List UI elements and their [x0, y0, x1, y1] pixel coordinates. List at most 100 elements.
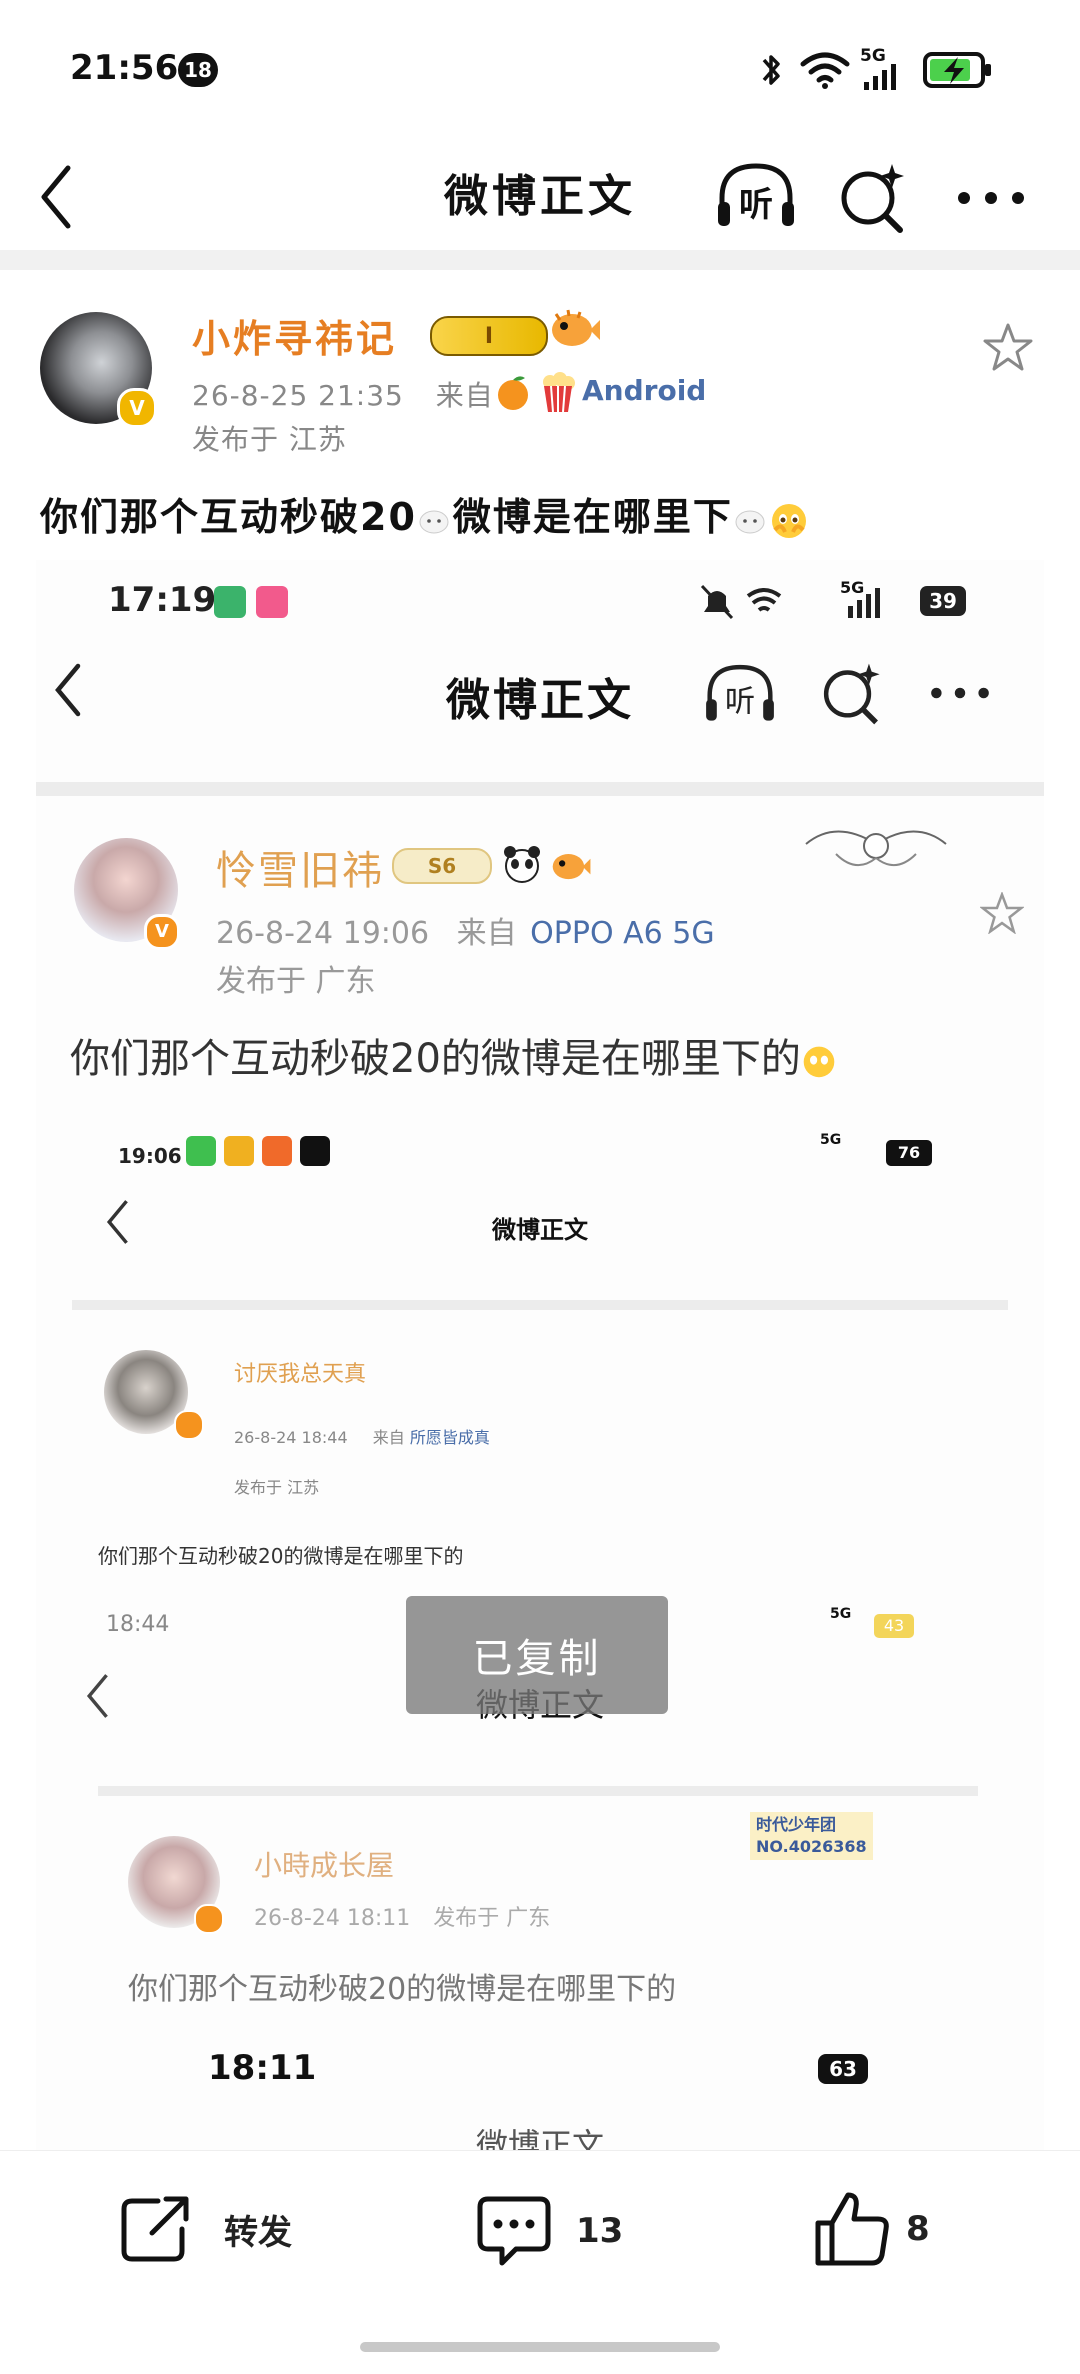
s1-source-prefix: 来自 [456, 916, 517, 951]
s2-source: 所愿皆成真 [409, 1428, 490, 1447]
s1-post-text-main: 你们那个互动秒破20的微博是在哪里下的 [70, 1036, 801, 1082]
s2-source-prefix: 来自 [372, 1428, 405, 1447]
s1-post-text: 你们那个互动秒破20的微博是在哪里下的 [70, 1026, 841, 1084]
s1-more-icon [931, 687, 989, 699]
favorite-star-icon[interactable] [982, 322, 1034, 372]
s1-search-icon [823, 663, 880, 725]
bottom-action-bar: 转发 13 8 [0, 2150, 1080, 2374]
s2-verified-badge [174, 1410, 204, 1440]
s3-meta: 26-8-24 18:11 发布于 广东 [254, 1900, 550, 1932]
s1-source: OPPO A6 5G [530, 916, 715, 951]
post-text: 你们那个互动秒破20 微博是在哪里下 [40, 486, 811, 541]
s3-post-text: 你们那个互动秒破20的微博是在哪里下的 [128, 1972, 677, 2007]
s3-username: 小時成长屋 [254, 1849, 395, 1882]
s2-location: 发布于 江苏 [234, 1478, 320, 1497]
s1-verified-badge: V [144, 914, 180, 950]
s3-network: 5G [830, 1606, 852, 1622]
network-type: 5G [860, 46, 886, 66]
s3-badge-no: NO.4026368 [756, 1837, 867, 1856]
s3-badge-title: 时代少年团 [756, 1815, 837, 1834]
s1-app-icon-2 [256, 586, 288, 618]
s3-battery: 43 [874, 1614, 914, 1638]
status-time: 21:56 [70, 48, 179, 88]
battery-charging-icon [923, 52, 991, 88]
page-title: 微博正文 [444, 171, 636, 222]
s1-nav-title: 微博正文 [446, 675, 634, 726]
embedded-screenshot[interactable]: 17:19 5G 39 微博正文 听 V 怜雪旧祎 S6 26-8-24 19:… [36, 560, 1044, 2160]
s1-star-icon [980, 892, 1024, 934]
popcorn-icon [543, 372, 575, 413]
wifi-icon [800, 52, 850, 89]
s1-location: 发布于 广东 [216, 964, 376, 999]
like-count: 8 [906, 2209, 930, 2249]
repost-label: 转发 [224, 2212, 292, 2253]
thumbs-up-icon [815, 2192, 889, 2266]
s2-battery: 76 [886, 1140, 932, 1166]
s1-listen-icon: 听 [706, 664, 774, 721]
status-bar: 21:56 18 5G [0, 0, 1080, 130]
s4-time: 18:11 [208, 2048, 317, 2088]
source-prefix: 来自 [435, 379, 494, 412]
copied-toast: 已复制 [406, 1596, 668, 1714]
bluetooth-icon [762, 55, 780, 85]
post-meta: 26-8-25 21:35 来自 [192, 374, 494, 414]
verified-badge: V [117, 388, 157, 428]
s3-time: 18:44 [106, 1612, 170, 1637]
repost-button[interactable]: 转发 [118, 2193, 292, 2265]
like-button[interactable]: 8 [812, 2189, 930, 2269]
s2-app-icon-4 [300, 1136, 330, 1166]
cat-emoji-icon [417, 505, 453, 535]
s2-meta: 26-8-24 18:44 来自 所愿皆成真 [234, 1424, 490, 1448]
s1-divider [36, 782, 1044, 796]
post-username[interactable]: 小炸寻祎记 [192, 308, 397, 363]
pleading-face-icon [769, 500, 811, 540]
s1-battery: 39 [920, 586, 966, 616]
s3-fan-badge: 时代少年团 NO.4026368 [750, 1812, 873, 1860]
home-indicator[interactable] [360, 2342, 720, 2352]
header-divider [0, 250, 1080, 270]
post-timestamp: 26-8-25 21:35 [192, 379, 404, 412]
level-badge: I [430, 316, 548, 356]
s2-username: 讨厌我总天真 [234, 1362, 367, 1387]
s1-username: 怜雪旧祎 [216, 848, 384, 894]
cat-emoji-icon-2 [733, 505, 769, 535]
s1-app-icon-1 [214, 586, 246, 618]
s2-app-icon-3 [262, 1136, 292, 1166]
notification-badge: 18 [178, 53, 218, 87]
s1-network: 5G [840, 578, 865, 597]
s1-pleading-face-icon [801, 1043, 841, 1079]
s3-location: 发布于 广东 [433, 1906, 551, 1931]
comment-icon [477, 2196, 551, 2266]
s1-panda-icon [504, 846, 540, 883]
post-source-link[interactable]: Android [582, 374, 706, 407]
s1-status-icons [700, 584, 880, 620]
comment-button[interactable]: 13 [474, 2193, 623, 2269]
s1-timestamp: 26-8-24 19:06 [216, 916, 430, 951]
s2-app-icon-1 [186, 1136, 216, 1166]
s1-meta: 26-8-24 19:06 来自 OPPO A6 5G [216, 908, 715, 952]
pufferfish-icon [552, 309, 600, 346]
post-text-part2: 微博是在哪里下 [452, 495, 733, 539]
svg-text:听: 听 [725, 685, 755, 720]
comment-count: 13 [576, 2211, 624, 2251]
s2-timestamp: 26-8-24 18:44 [234, 1428, 348, 1447]
post-location: 发布于 江苏 [192, 423, 347, 456]
s2-divider [72, 1300, 1008, 1310]
s4-battery: 63 [818, 2054, 868, 2084]
s2-post-text: 你们那个互动秒破20的微博是在哪里下的 [98, 1544, 464, 1568]
s3-timestamp: 26-8-24 18:11 [254, 1906, 411, 1931]
s2-app-icon-2 [224, 1136, 254, 1166]
s1-level-badge: S6 [392, 848, 492, 884]
s2-network: 5G [820, 1132, 842, 1148]
s1-pufferfish-icon [552, 854, 591, 880]
s1-time: 17:19 [108, 580, 217, 620]
s2-nav-title: 微博正文 [492, 1216, 588, 1244]
post-text-part1: 你们那个互动秒破20 [40, 495, 417, 539]
s3-verified-badge [194, 1904, 224, 1934]
s1-decor-ribbon [805, 830, 947, 866]
repost-icon [121, 2196, 189, 2262]
s2-time: 19:06 [118, 1144, 182, 1168]
s3-divider [98, 1786, 978, 1796]
signal-icon [864, 64, 896, 90]
orange-icon [498, 376, 528, 410]
